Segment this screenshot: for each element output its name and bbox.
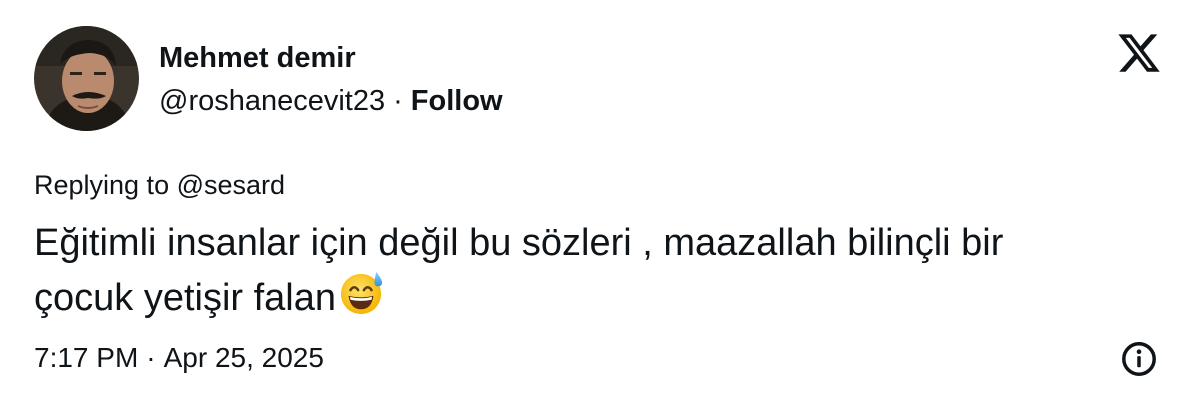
author-display-name[interactable]: Mehmet demir [159,41,356,75]
timestamp-separator: · [146,342,156,373]
tweet-text: Eğitimli insanlar için değil bu sözleri … [34,216,1154,325]
author-handle[interactable]: @roshanecevit23 [159,85,385,117]
tweet-timestamp: 7:17 PM · Apr 25, 2025 [34,341,324,375]
x-logo-icon[interactable] [1115,30,1163,76]
avatar[interactable] [34,26,139,131]
avatar-image [34,26,139,131]
tweet-card: Mehmet demir @roshanecevit23 · Follow Repl… [0,0,1200,418]
tweet-text-line-1: Eğitimli insanlar için değil bu sözleri … [34,222,1004,264]
separator-dot: · [393,85,403,117]
tweet-text-line-2: çocuk yetişir falan [34,277,337,319]
tweet-date[interactable]: Apr 25, 2025 [164,342,324,373]
follow-button[interactable]: Follow [411,85,503,117]
grinning-face-with-sweat-emoji [340,271,383,315]
author-handle-row: @roshanecevit23 · Follow [159,84,503,118]
replying-to-label: Replying to @sesard [34,170,286,200]
tweet-time[interactable]: 7:17 PM [34,342,138,373]
info-icon[interactable] [1120,340,1158,378]
